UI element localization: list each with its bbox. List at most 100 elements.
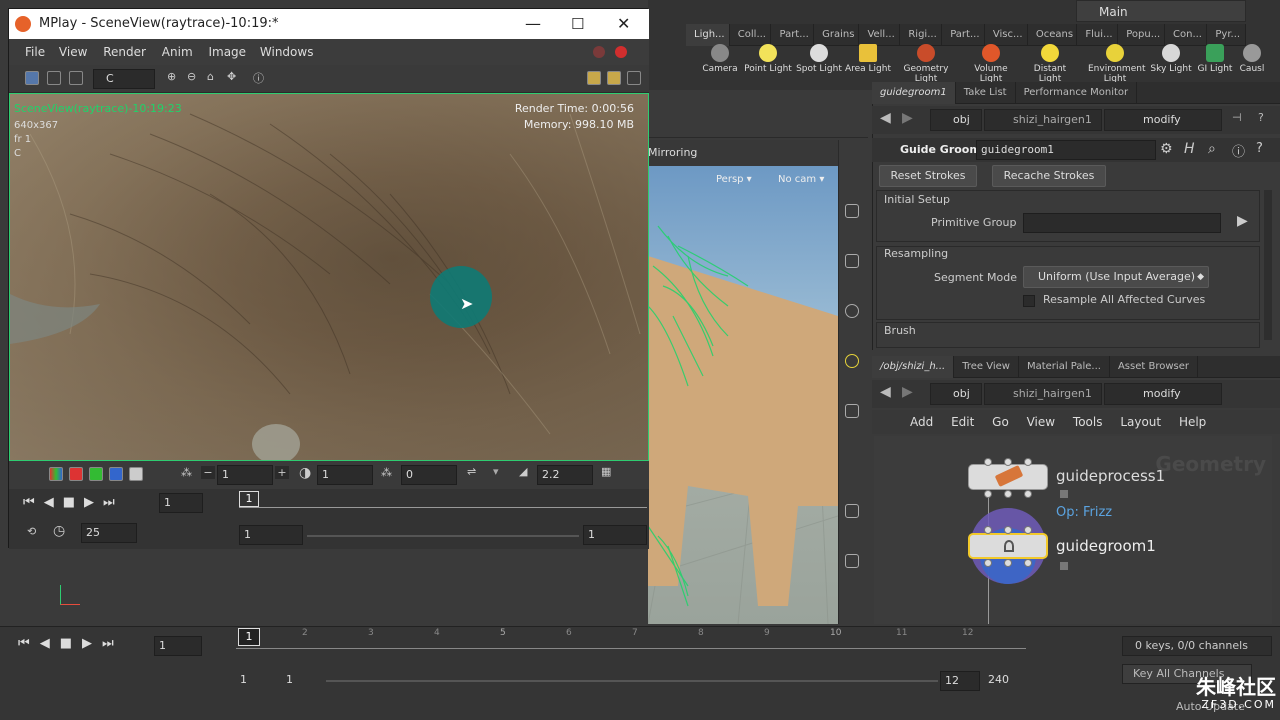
- color-correct-icon[interactable]: ▦: [601, 465, 611, 478]
- red-channel-icon[interactable]: [69, 467, 83, 481]
- offset-icon[interactable]: ⁂: [381, 466, 392, 479]
- play-icon[interactable]: ▶: [82, 636, 102, 651]
- maximize-button[interactable]: ☐: [571, 9, 584, 39]
- contrast-field[interactable]: 1: [317, 465, 373, 485]
- grid-layout-icon[interactable]: [587, 71, 601, 85]
- tab-performance-monitor[interactable]: Performance Monitor: [1016, 81, 1138, 104]
- menu-layout[interactable]: Layout: [1120, 415, 1161, 429]
- network-editor[interactable]: Geometry: [874, 436, 1272, 624]
- step-back-icon[interactable]: ◀: [40, 636, 60, 651]
- output-connector[interactable]: [1024, 559, 1032, 567]
- output-connector[interactable]: [1004, 490, 1012, 498]
- shelf-tab[interactable]: Ligh...: [686, 23, 730, 46]
- path-modify[interactable]: modify: [1104, 109, 1222, 131]
- stop-icon[interactable]: ■: [60, 636, 82, 651]
- shelf-tab[interactable]: Popu...: [1118, 23, 1165, 46]
- mplay-titlebar[interactable]: MPlay - SceneView(raytrace)-10:19:* — ☐ …: [9, 9, 649, 39]
- shelf-tab[interactable]: Rigi...: [900, 23, 943, 46]
- gear-icon[interactable]: ⚙: [1160, 141, 1173, 157]
- minimize-button[interactable]: —: [525, 9, 541, 39]
- menu-view[interactable]: View: [1027, 415, 1055, 429]
- input-connector[interactable]: [1024, 526, 1032, 534]
- play-icon[interactable]: ▶: [84, 495, 103, 510]
- home-icon[interactable]: ⌂: [207, 70, 214, 83]
- shelf-tab[interactable]: Oceans: [1028, 23, 1078, 46]
- shelf-tab[interactable]: Coll...: [730, 23, 772, 46]
- range-end2-field[interactable]: 240: [984, 671, 1024, 691]
- info-icon[interactable]: ⓘ: [253, 70, 264, 86]
- contrast-icon[interactable]: ◑: [299, 465, 311, 481]
- menu-anim[interactable]: Anim: [162, 45, 193, 59]
- back-arrow-icon[interactable]: ◀: [880, 384, 891, 400]
- jump-start-icon[interactable]: ⏮: [23, 495, 44, 510]
- mplay-range-end[interactable]: 1: [583, 525, 647, 545]
- zoom-out-icon[interactable]: ⊖: [187, 70, 196, 83]
- initial-setup-section[interactable]: Initial Setup Primitive Group ▶: [876, 190, 1260, 242]
- range-start2-field[interactable]: 1: [282, 671, 322, 691]
- shelf-tab[interactable]: Part...: [942, 23, 985, 46]
- camera-dropdown[interactable]: No cam ▾: [778, 174, 824, 185]
- geometry-light-tool[interactable]: Geometry Light: [901, 44, 951, 84]
- jump-end-icon[interactable]: ⏭: [102, 636, 124, 651]
- reset-strokes-button[interactable]: Reset Strokes: [879, 165, 977, 187]
- hda-icon[interactable]: H: [1184, 141, 1195, 157]
- increment-button[interactable]: +: [275, 466, 289, 479]
- jump-end-icon[interactable]: ⏭: [103, 495, 124, 510]
- forward-arrow-icon[interactable]: ▶: [902, 384, 913, 400]
- green-channel-icon[interactable]: [89, 467, 103, 481]
- quad-layout-icon[interactable]: [607, 71, 621, 85]
- channel-dropdown[interactable]: C: [93, 69, 155, 89]
- input-connector[interactable]: [1024, 458, 1032, 466]
- tab-material-palette[interactable]: Material Pale...: [1019, 355, 1110, 378]
- exposure-field[interactable]: 1: [217, 465, 273, 485]
- resample-all-checkbox[interactable]: [1023, 295, 1035, 307]
- volume-light-tool[interactable]: Volume Light: [964, 44, 1018, 84]
- mplay-timeline-cursor[interactable]: 1: [239, 491, 259, 507]
- menu-view[interactable]: View: [59, 45, 87, 59]
- tab-take-list[interactable]: Take List: [956, 81, 1016, 104]
- keys-status[interactable]: 0 keys, 0/0 channels: [1122, 636, 1272, 656]
- path-hairgen[interactable]: shizi_hairgen1: [984, 109, 1102, 131]
- input-connector[interactable]: [1004, 458, 1012, 466]
- path-hairgen[interactable]: shizi_hairgen1: [984, 383, 1102, 405]
- stop-record-icon[interactable]: [593, 46, 605, 58]
- sky-light-tool[interactable]: Sky Light: [1146, 44, 1196, 74]
- snap-icon[interactable]: [845, 404, 859, 418]
- pin-icon[interactable]: ⊣: [1232, 111, 1242, 124]
- mplay-timeline[interactable]: [239, 507, 647, 508]
- node1-label[interactable]: guideprocess1: [1056, 467, 1165, 485]
- timeline-cursor[interactable]: 1: [238, 628, 260, 646]
- node-name-field[interactable]: guidegroom1: [976, 140, 1156, 160]
- alpha-channel-icon[interactable]: [129, 467, 143, 481]
- info-icon[interactable]: ⓘ: [1232, 141, 1245, 160]
- persp-dropdown[interactable]: Persp ▾: [716, 174, 752, 185]
- pan-icon[interactable]: ✥: [227, 70, 236, 83]
- menu-windows[interactable]: Windows: [260, 45, 314, 59]
- resampling-section[interactable]: Resampling Segment Mode Uniform (Use Inp…: [876, 246, 1260, 320]
- shelf-tab[interactable]: Flui...: [1077, 23, 1119, 46]
- offset-field[interactable]: 0: [401, 465, 457, 485]
- segment-mode-dropdown[interactable]: Uniform (Use Input Average) ◆: [1023, 266, 1209, 288]
- fps-field[interactable]: 25: [81, 523, 137, 543]
- menu-image[interactable]: Image: [208, 45, 246, 59]
- tab-guidegroom[interactable]: guidegroom1: [872, 81, 956, 104]
- menu-help[interactable]: Help: [1179, 415, 1206, 429]
- loop-icon[interactable]: ⟲: [27, 525, 36, 538]
- lut-icon[interactable]: ⇌: [467, 465, 476, 478]
- lock-icon[interactable]: [845, 254, 859, 268]
- distant-light-tool[interactable]: Distant Light: [1022, 44, 1078, 84]
- input-connector[interactable]: [984, 458, 992, 466]
- spot-light-tool[interactable]: Spot Light: [794, 44, 844, 74]
- shelf-tab[interactable]: Part...: [771, 23, 815, 46]
- timeline[interactable]: 1 2 3 4 5 6 7 8 9 10 11 12: [236, 628, 1026, 656]
- dither-icon[interactable]: ⁂: [181, 466, 192, 479]
- blue-channel-icon[interactable]: [109, 467, 123, 481]
- menu-render[interactable]: Render: [103, 45, 146, 59]
- render-image[interactable]: ➤ SceneView(raytrace)-10:19:23 640x367 f…: [9, 93, 649, 461]
- primitive-group-field[interactable]: [1023, 213, 1221, 233]
- close-button[interactable]: ✕: [617, 9, 630, 39]
- shelf-tab[interactable]: Grains: [814, 23, 860, 46]
- lut-dropdown-icon[interactable]: ▾: [493, 465, 499, 478]
- rgb-channel-icon[interactable]: [49, 467, 63, 481]
- compare-icon[interactable]: [47, 71, 61, 85]
